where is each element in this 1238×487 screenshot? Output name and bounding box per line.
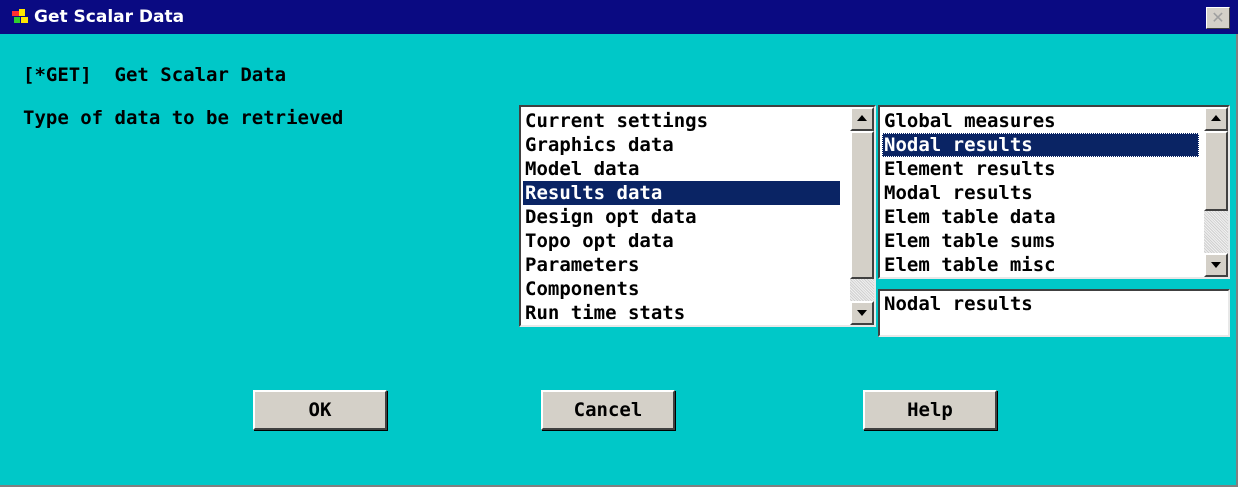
list-item[interactable]: Elem table sums <box>882 229 1056 253</box>
list-item[interactable]: Design opt data <box>523 205 697 229</box>
ansys-app-icon <box>12 9 30 25</box>
get-scalar-data-dialog: Get Scalar Data ✕ [*GET] Get Scalar Data… <box>0 0 1238 487</box>
data-category-listbox[interactable]: Current settings Graphics data Model dat… <box>519 105 876 327</box>
list-item[interactable]: Element results <box>882 157 1056 181</box>
list-item[interactable]: Elem table misc <box>882 253 1056 277</box>
window-title: Get Scalar Data <box>34 7 185 27</box>
list-item[interactable]: Topo opt data <box>523 229 674 253</box>
list-item[interactable]: Model data <box>523 157 639 181</box>
list-item[interactable]: Elem table data <box>882 205 1056 229</box>
subtype-scrollbar[interactable] <box>1204 107 1228 277</box>
selection-text-field[interactable]: Nodal results <box>878 289 1230 337</box>
list-item-selected[interactable]: Results data <box>523 181 840 205</box>
type-of-data-label: Type of data to be retrieved <box>23 107 344 129</box>
cancel-button[interactable]: Cancel <box>541 390 675 430</box>
data-subtype-listbox[interactable]: Global measures Nodal results Element re… <box>878 105 1230 279</box>
scroll-down-arrow-icon <box>1211 262 1221 268</box>
list-item[interactable]: Global measures <box>882 109 1056 133</box>
list-item[interactable]: Current settings <box>523 109 708 133</box>
list-item[interactable]: Parameters <box>523 253 639 277</box>
list-item[interactable]: Run time stats <box>523 301 685 325</box>
scroll-up-button[interactable] <box>850 107 874 131</box>
scroll-up-arrow-icon <box>1211 115 1221 121</box>
list-item[interactable]: Graphics data <box>523 133 674 157</box>
list-item[interactable]: Components <box>523 277 639 301</box>
scroll-down-button[interactable] <box>850 301 874 325</box>
category-scrollbar[interactable] <box>850 107 874 325</box>
ok-button[interactable]: OK <box>253 390 387 430</box>
scroll-down-arrow-icon <box>857 310 867 316</box>
scroll-up-button[interactable] <box>1204 107 1228 131</box>
help-button[interactable]: Help <box>863 390 997 430</box>
scroll-thumb[interactable] <box>1204 131 1228 211</box>
list-item[interactable]: Modal results <box>882 181 1033 205</box>
title-bar[interactable]: Get Scalar Data ✕ <box>0 0 1238 34</box>
command-heading: [*GET] Get Scalar Data <box>23 64 287 86</box>
scroll-thumb[interactable] <box>850 131 874 279</box>
scroll-down-button[interactable] <box>1204 253 1228 277</box>
close-icon[interactable]: ✕ <box>1206 7 1230 29</box>
scroll-up-arrow-icon <box>857 115 867 121</box>
list-item-selected[interactable]: Nodal results <box>882 133 1199 157</box>
